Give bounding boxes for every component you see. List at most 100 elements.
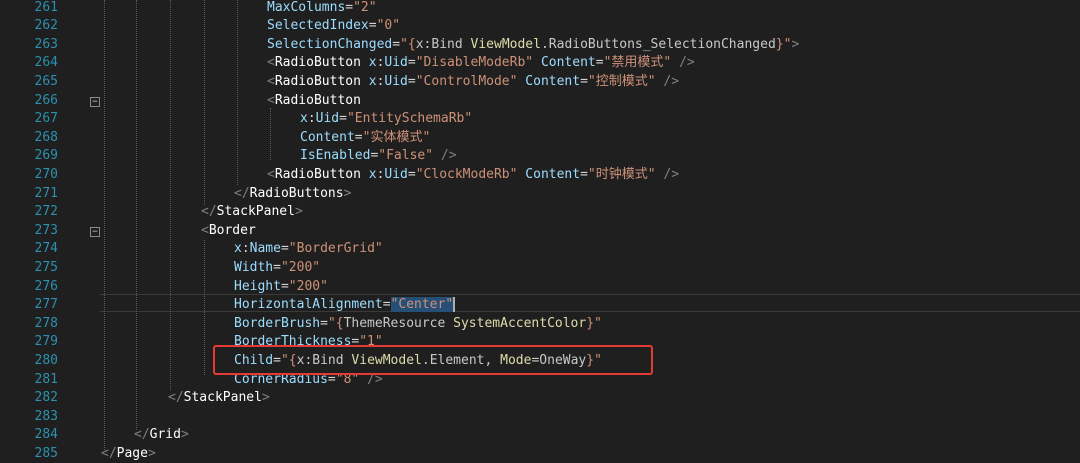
code-token: Content xyxy=(540,55,596,71)
code-token: "ControlMode" xyxy=(415,73,526,89)
code-token: Page xyxy=(116,445,148,461)
code-token: x:Bind xyxy=(415,36,471,52)
code-token: "DisableModeRb" xyxy=(415,55,541,71)
code-line-273: <Border xyxy=(201,222,256,241)
code-token: x xyxy=(368,55,377,71)
code-token: "200" xyxy=(288,278,328,294)
code-token: x xyxy=(234,241,242,257)
code-token: x xyxy=(300,111,308,127)
code-token: < xyxy=(267,55,275,71)
code-token: HorizontalAlignment xyxy=(234,297,383,313)
code-token: > xyxy=(343,185,352,201)
code-token: </ xyxy=(168,390,184,406)
code-token: </ xyxy=(234,185,250,201)
code-token: RadioButton xyxy=(274,73,369,89)
code-area[interactable]: MaxColumns="2" SelectedIndex="0" Selection… xyxy=(0,0,1080,461)
code-line-262: SelectedIndex="0" xyxy=(267,17,400,36)
code-token: StackPanel xyxy=(183,390,262,406)
code-token: Border xyxy=(208,222,256,238)
code-line-264: <RadioButton x:Uid="DisableModeRb" Conte… xyxy=(267,54,695,73)
code-token: RadioButton xyxy=(274,55,369,71)
code-token: < xyxy=(267,92,275,108)
code-token: Content xyxy=(300,129,355,145)
code-token: /> xyxy=(663,166,680,182)
code-line-282: </StackPanel> xyxy=(168,389,270,408)
code-token: Width xyxy=(234,259,274,275)
code-token: = xyxy=(280,241,289,257)
code-token: /> xyxy=(679,55,695,71)
code-token: "BorderGrid" xyxy=(288,241,383,257)
code-token: </ xyxy=(201,204,217,220)
code-token: Name xyxy=(249,241,281,257)
code-token: = xyxy=(368,18,377,34)
code-token: SelectedIndex xyxy=(267,18,369,34)
code-token: ThemeResource xyxy=(343,315,454,331)
code-token: : xyxy=(241,241,250,257)
code-token: Uid xyxy=(384,166,408,182)
code-line-266: <RadioButton xyxy=(267,92,361,111)
code-token: = xyxy=(354,129,363,145)
code-line-277: HorizontalAlignment="Center" xyxy=(234,296,456,315)
code-token: = xyxy=(320,315,328,331)
code-token: < xyxy=(267,73,275,89)
code-token: /> xyxy=(440,148,457,164)
code-token: Uid xyxy=(384,73,408,89)
code-token: }" xyxy=(775,36,792,52)
code-line-261: MaxColumns="2" xyxy=(267,0,377,17)
code-line-270: <RadioButton x:Uid="ClockModeRb" Content… xyxy=(267,166,679,185)
code-token: > xyxy=(180,427,189,443)
code-token: = xyxy=(407,55,416,71)
code-token: }" xyxy=(586,315,602,331)
code-line-278: BorderBrush="{ThemeResource SystemAccent… xyxy=(234,315,602,334)
code-token: </ xyxy=(134,427,150,443)
code-token: . xyxy=(540,36,549,52)
code-token: RadioButtons xyxy=(249,185,344,201)
code-line-284: </Grid> xyxy=(134,426,189,445)
code-line-265: <RadioButton x:Uid="ControlMode" Content… xyxy=(267,73,679,92)
code-token: = xyxy=(407,166,416,182)
code-token: x xyxy=(368,73,377,89)
code-token: IsEnabled xyxy=(300,148,371,164)
code-token: /> xyxy=(663,73,680,89)
code-token: = xyxy=(345,0,354,15)
code-token: Uid xyxy=(384,55,408,71)
code-token: = xyxy=(595,55,604,71)
code-token: "200" xyxy=(280,259,321,275)
code-token: </ xyxy=(101,445,117,461)
code-token: x xyxy=(368,166,377,182)
code-token: = xyxy=(382,297,391,313)
code-token: : xyxy=(307,111,316,127)
code-token: "0" xyxy=(376,18,401,34)
code-token: = xyxy=(280,278,289,294)
code-token: = xyxy=(339,111,347,127)
code-token: MaxColumns xyxy=(267,0,346,15)
code-token: "时钟模式" xyxy=(587,166,664,182)
code-token: "False" xyxy=(378,148,441,164)
code-token: = xyxy=(392,36,401,52)
code-token: > xyxy=(261,390,270,406)
code-token: = xyxy=(407,73,416,89)
code-line-272: </StackPanel> xyxy=(201,203,303,222)
code-line-285: </Page> xyxy=(101,445,156,463)
selected-text: "Center" xyxy=(390,297,454,313)
code-token: "实体模式" xyxy=(362,129,431,145)
code-line-271: </RadioButtons> xyxy=(234,185,351,204)
highlight-annotation-box xyxy=(213,345,653,375)
code-token: BorderBrush xyxy=(234,315,321,331)
code-token: "2" xyxy=(353,0,377,15)
code-token: RadioButton xyxy=(274,166,369,182)
code-token: StackPanel xyxy=(216,204,295,220)
code-token: "控制模式" xyxy=(587,73,664,89)
code-line-269: IsEnabled="False" /> xyxy=(300,147,457,166)
code-token: Grid xyxy=(149,427,181,443)
code-token: ViewModel xyxy=(470,36,541,52)
code-editor[interactable]: 261 262 263 264 265 266 267 268 269 270 271 272 273 2… xyxy=(0,0,1080,461)
code-token: Height xyxy=(234,278,281,294)
text-cursor xyxy=(453,297,456,313)
code-token: = xyxy=(580,73,588,89)
code-token: SystemAccentColor xyxy=(453,315,587,331)
code-token: RadioButton xyxy=(274,92,361,108)
code-token: "{ xyxy=(400,36,416,52)
code-line-275: Width="200" xyxy=(234,259,320,278)
code-line-276: Height="200" xyxy=(234,278,328,297)
